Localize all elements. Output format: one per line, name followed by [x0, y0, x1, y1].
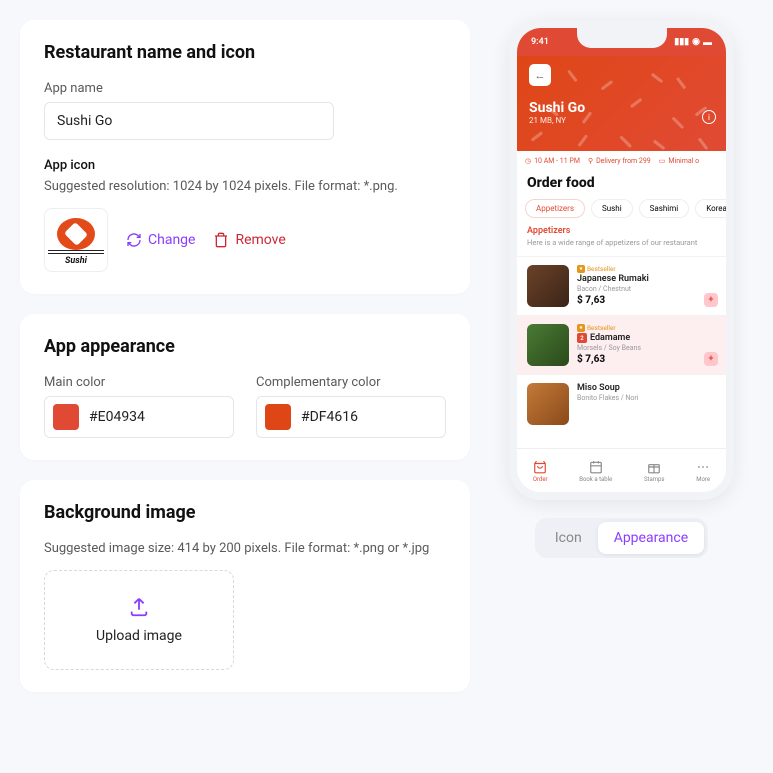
phone-notch — [577, 28, 667, 48]
food-price: $ 7,63 — [577, 354, 716, 365]
food-item[interactable]: ★Bestseller Japanese Rumaki Bacon / Ches… — [517, 256, 726, 315]
app-name-input[interactable] — [44, 102, 334, 140]
change-icon-button[interactable]: Change — [126, 232, 195, 248]
food-price: $ 7,63 — [577, 295, 716, 306]
calendar-icon — [589, 460, 603, 474]
section-title: App appearance — [44, 336, 446, 357]
add-button[interactable]: + — [704, 293, 718, 307]
comp-color-value: #DF4616 — [301, 409, 358, 425]
food-desc: Bacon / Chestnut — [577, 285, 716, 293]
bestseller-badge: ★Bestseller — [577, 324, 716, 332]
app-appearance-card: App appearance Main color #E04934 Comple… — [20, 314, 470, 460]
food-item[interactable]: Miso Soup Bonito Flakes / Nori — [517, 374, 726, 425]
wifi-icon: ◉ — [692, 37, 700, 47]
delivery-icon: ⚲ — [588, 157, 593, 165]
main-color-value: #E04934 — [89, 409, 145, 425]
info-strip: ◷10 AM - 11 PM ⚲Delivery from 299 ▭Minim… — [517, 151, 726, 171]
restaurant-name-card: Restaurant name and icon App name App ic… — [20, 20, 470, 294]
remove-icon-button[interactable]: Remove — [213, 232, 285, 248]
food-name: 2Edamame — [577, 333, 716, 344]
food-name: Japanese Rumaki — [577, 274, 716, 284]
restaurant-name: Sushi Go — [529, 100, 714, 116]
food-desc: Bonito Flakes / Nori — [577, 394, 716, 402]
category-chips: Appetizers Sushi Sashimi Korean fo — [517, 199, 726, 226]
remove-label: Remove — [235, 232, 285, 248]
main-color-label: Main color — [44, 375, 234, 390]
chip-sashimi[interactable]: Sashimi — [639, 199, 690, 218]
bg-hint: Suggested image size: 414 by 200 pixels.… — [44, 541, 446, 556]
hero: ← Sushi Go 21 MB, NY i — [517, 56, 726, 151]
minimal-info: ▭Minimal o — [659, 157, 699, 165]
bestseller-badge: ★Bestseller — [577, 265, 716, 273]
battery-icon: ▬ — [703, 37, 712, 48]
comp-color-swatch — [265, 404, 291, 430]
section-title: Background image — [44, 502, 446, 523]
toggle-appearance-tab[interactable]: Appearance — [598, 522, 704, 554]
status-time: 9:41 — [531, 37, 549, 47]
upload-label: Upload image — [96, 628, 182, 644]
main-color-swatch — [53, 404, 79, 430]
chip-sushi[interactable]: Sushi — [591, 199, 633, 218]
background-image-card: Background image Suggested image size: 4… — [20, 480, 470, 692]
clock-icon: ◷ — [525, 157, 531, 165]
card-icon: ▭ — [659, 157, 666, 165]
food-image — [527, 324, 569, 366]
phone-preview: 9:41 ▮▮▮ ◉ ▬ ← Sushi Go 21 MB, NY i — [509, 20, 734, 500]
app-name-label: App name — [44, 81, 446, 96]
comp-color-label: Complementary color — [256, 375, 446, 390]
comp-color-input[interactable]: #DF4616 — [256, 396, 446, 438]
order-food-title: Order food — [517, 171, 726, 199]
more-icon — [696, 460, 710, 474]
hours-info: ◷10 AM - 11 PM — [525, 157, 580, 165]
upload-icon — [128, 596, 150, 618]
change-label: Change — [148, 232, 195, 248]
upload-image-zone[interactable]: Upload image — [44, 570, 234, 670]
chip-appetizers[interactable]: Appetizers — [525, 199, 585, 218]
icon-hint: Suggested resolution: 1024 by 1024 pixel… — [44, 179, 446, 194]
refresh-icon — [126, 232, 142, 248]
app-icon-preview: Sushi — [44, 208, 108, 272]
tab-stamps[interactable]: Stamps — [644, 460, 665, 483]
main-color-input[interactable]: #E04934 — [44, 396, 234, 438]
info-icon[interactable]: i — [702, 110, 716, 124]
delivery-info: ⚲Delivery from 299 — [588, 157, 651, 165]
signal-icon: ▮▮▮ — [674, 37, 689, 47]
sushi-logo-text: Sushi — [52, 256, 100, 266]
status-icons: ▮▮▮ ◉ ▬ — [674, 37, 712, 48]
app-icon-label: App icon — [44, 158, 446, 173]
category-title: Appetizers — [517, 226, 726, 238]
food-item[interactable]: ★Bestseller 2Edamame Morsels / Soy Beans… — [517, 315, 726, 374]
add-button[interactable]: + — [704, 352, 718, 366]
section-title: Restaurant name and icon — [44, 42, 446, 63]
tab-more[interactable]: More — [696, 460, 710, 483]
restaurant-location: 21 MB, NY — [529, 116, 714, 125]
tab-order[interactable]: Order — [533, 460, 548, 483]
tab-bar: Order Book a table Stamps More — [517, 448, 726, 492]
food-desc: Morsels / Soy Beans — [577, 344, 716, 352]
tab-book[interactable]: Book a table — [579, 460, 612, 483]
category-subtitle: Here is a wide range of appetizers of ou… — [517, 238, 726, 256]
food-image — [527, 383, 569, 425]
food-name: Miso Soup — [577, 383, 716, 393]
qty-badge: 2 — [577, 333, 587, 343]
gift-icon — [647, 460, 661, 474]
preview-toggle: Icon Appearance — [535, 518, 708, 558]
bag-icon — [533, 460, 547, 474]
toggle-icon-tab[interactable]: Icon — [539, 522, 598, 554]
chip-korean[interactable]: Korean fo — [695, 199, 726, 218]
trash-icon — [213, 232, 229, 248]
food-image — [527, 265, 569, 307]
